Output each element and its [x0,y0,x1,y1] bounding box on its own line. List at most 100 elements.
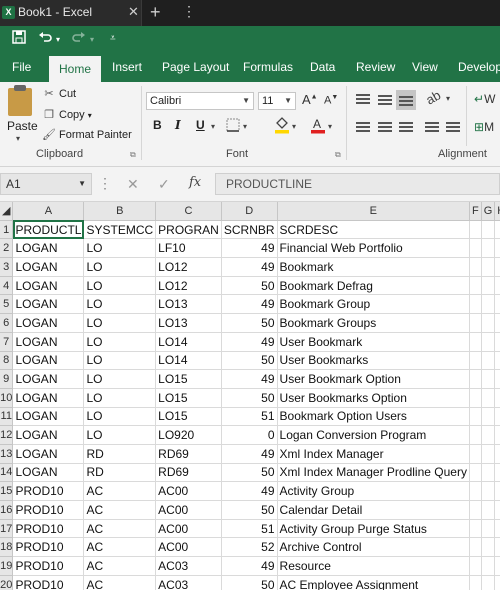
cell[interactable]: LO15 [155,388,222,408]
save-icon[interactable] [12,30,26,47]
cell[interactable]: LOGAN [12,425,85,445]
cell[interactable]: AC [83,519,157,539]
cell[interactable] [469,444,482,464]
decrease-indent-icon[interactable] [425,122,439,132]
cell[interactable]: Xml Index Manager [277,444,470,464]
cell[interactable]: Bookmark Defrag [277,276,470,296]
cell[interactable] [494,463,500,483]
row-header[interactable]: 14 [0,463,14,483]
cell[interactable]: LO15 [155,369,222,389]
orientation-dropdown-icon[interactable]: ▾ [446,94,450,103]
cell[interactable]: AC [83,500,157,520]
cell[interactable] [469,575,482,590]
cell[interactable]: 50 [221,276,278,296]
cell[interactable] [494,575,500,590]
cell[interactable]: SCRDESC [277,220,470,240]
cell[interactable] [469,276,482,296]
cell[interactable]: AC03 [155,575,222,590]
cell[interactable]: 49 [221,369,278,389]
tab-page-layout[interactable]: Page Layout [162,60,229,74]
increase-indent-icon[interactable] [446,122,460,132]
cell[interactable]: 52 [221,537,278,558]
cell[interactable] [481,294,496,315]
font-dialog-launcher-icon[interactable]: ⧉ [335,150,341,160]
cell[interactable] [469,388,482,408]
grow-font-button[interactable]: A▲ [302,92,318,107]
cell[interactable] [494,407,500,427]
cell[interactable]: Bookmark Groups [277,313,470,333]
copy-button[interactable]: ❐ Copy ▾ [42,108,92,121]
cell[interactable] [481,556,496,576]
cell[interactable] [481,369,496,389]
cell[interactable]: LOGAN [12,276,85,296]
tab-developer[interactable]: Develope [458,60,500,74]
tab-review[interactable]: Review [356,60,395,74]
cell[interactable]: 49 [221,481,278,501]
cell[interactable]: User Bookmarks [277,351,470,371]
borders-dropdown-icon[interactable]: ▾ [243,122,247,131]
bottom-align-icon[interactable] [399,96,413,106]
cell[interactable] [481,276,496,296]
cell[interactable]: LOGAN [12,407,85,427]
column-header[interactable]: C [155,202,222,221]
cell[interactable]: Bookmark Option Users [277,407,470,427]
cell[interactable] [469,519,482,539]
column-header[interactable]: D [221,202,278,221]
tab-insert[interactable]: Insert [112,60,142,74]
cell[interactable]: Activity Group [277,481,470,501]
cell[interactable]: AC00 [155,519,222,539]
cell[interactable] [494,351,500,371]
format-painter-button[interactable]: 🖌 Format Painter [42,128,132,141]
row-header[interactable]: 15 [0,481,14,501]
formula-bar-options-icon[interactable]: ⋮ [98,175,112,192]
cell[interactable]: AC [83,556,157,576]
cell[interactable]: AC [83,537,157,558]
cell[interactable]: 50 [221,351,278,371]
cell[interactable] [481,481,496,501]
cell[interactable]: LO [83,332,157,352]
cell[interactable] [469,294,482,315]
row-header[interactable]: 4 [0,276,14,296]
cell[interactable]: RD69 [155,444,222,464]
cell[interactable]: LOGAN [12,351,85,371]
italic-button[interactable]: I [175,118,181,132]
column-header[interactable]: E [277,202,470,221]
tab-data[interactable]: Data [310,60,335,74]
cell[interactable]: LOGAN [12,257,85,277]
top-align-icon[interactable] [356,94,370,104]
cell[interactable] [494,481,500,501]
cell[interactable]: 49 [221,332,278,352]
cell[interactable] [494,500,500,520]
cell[interactable]: LO12 [155,276,222,296]
cell[interactable]: LO [83,407,157,427]
cell[interactable]: SCRNBR [221,220,278,240]
cell[interactable]: User Bookmark [277,332,470,352]
cell[interactable]: 51 [221,519,278,539]
cell[interactable]: LO13 [155,294,222,315]
window-tab[interactable]: X Book1 - Excel ✕ [0,0,142,26]
row-header[interactable]: 1 [0,220,14,240]
row-header[interactable]: 16 [0,500,14,520]
row-header[interactable]: 5 [0,294,14,315]
cell[interactable]: Calendar Detail [277,500,470,520]
cell[interactable]: SYSTEMCC [83,220,157,240]
cell[interactable]: LOGAN [12,238,85,259]
row-header[interactable]: 10 [0,388,14,408]
cell[interactable]: PRODUCTL [12,220,85,240]
cell[interactable]: RD [83,463,157,483]
cell[interactable] [494,537,500,558]
cell[interactable]: LO12 [155,257,222,277]
bold-button[interactable]: B [153,118,162,132]
cell[interactable]: PROD10 [12,500,85,520]
row-header[interactable]: 3 [0,257,14,277]
cell[interactable]: LO [83,276,157,296]
underline-button[interactable]: U [196,118,205,132]
cell[interactable] [481,388,496,408]
tab-file[interactable]: File [12,60,31,74]
cell[interactable]: 49 [221,238,278,259]
tab-menu-icon[interactable]: ⋮ [182,3,196,20]
cell[interactable]: AC00 [155,500,222,520]
cell[interactable]: User Bookmarks Option [277,388,470,408]
cell[interactable]: 50 [221,575,278,590]
cell[interactable] [469,257,482,277]
